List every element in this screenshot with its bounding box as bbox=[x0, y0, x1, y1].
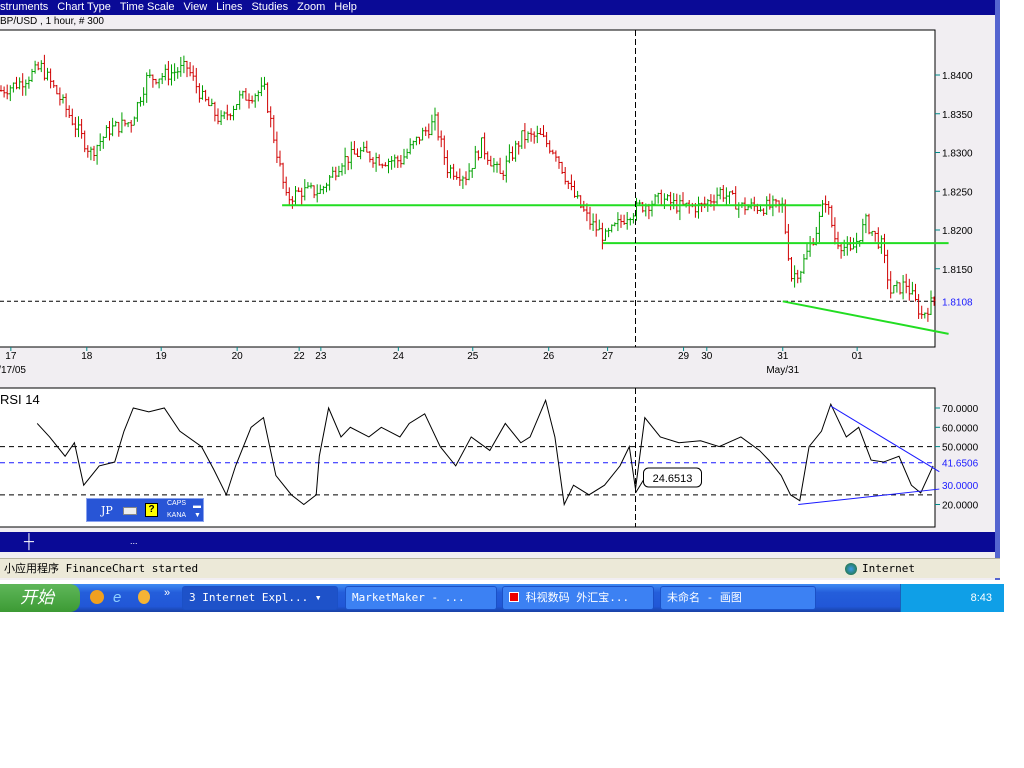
y-tick-label: 1.8150 bbox=[942, 265, 973, 276]
chart-canvas[interactable]: 1.8400 1.8350 1.8300 1.8250 1.8200 1.8150 1.81… bbox=[0, 0, 995, 532]
rsi-tick-label: 50.0000 bbox=[942, 443, 979, 454]
minimize-icon[interactable]: ▬ bbox=[193, 501, 201, 510]
x-tick-label: 26 bbox=[543, 351, 555, 362]
rsi-tick-label: 60.0000 bbox=[942, 423, 979, 434]
rsi-label: RSI 14 bbox=[0, 392, 40, 407]
y-tick-label: 1.8350 bbox=[942, 110, 973, 121]
taskbar: 开始 e » 3 Internet Expl... ▾ MarketMaker … bbox=[0, 584, 1004, 612]
chart-tool-bar: ┼ ... bbox=[0, 532, 995, 552]
caps-indicator: CAPS bbox=[167, 500, 187, 507]
rsi-highlight-label: 41.6506 bbox=[942, 459, 979, 470]
status-bar: 小应用程序 FinanceChart started Internet bbox=[0, 558, 1000, 578]
chevron-icon[interactable]: » bbox=[164, 587, 170, 599]
x-tick-label: 31 bbox=[777, 351, 789, 362]
rsi-highlight-label: 30.0000 bbox=[942, 481, 979, 492]
x-tick-label: 22 bbox=[294, 351, 306, 362]
y-tick-label: 1.8400 bbox=[942, 71, 973, 82]
start-button[interactable]: 开始 bbox=[0, 584, 80, 612]
x-tick-label: 17 bbox=[5, 351, 17, 362]
x-tick-label: 20 bbox=[232, 351, 244, 362]
bottom-bar-dots: ... bbox=[130, 536, 138, 546]
cursor-value-label: 24.6513 bbox=[653, 473, 693, 485]
current-price-label: 1.8108 bbox=[942, 297, 973, 308]
x-tick-label: 01 bbox=[852, 351, 864, 362]
y-tick-label: 1.8250 bbox=[942, 187, 973, 198]
kana-indicator: KANA bbox=[167, 512, 187, 519]
x-tick-label: 23 bbox=[315, 351, 327, 362]
crosshair-tool-icon[interactable]: ┼ bbox=[24, 533, 34, 549]
system-tray: 8:43 bbox=[900, 584, 1004, 612]
x-tick-label: 30 bbox=[701, 351, 713, 362]
status-text: 小应用程序 FinanceChart started bbox=[4, 562, 199, 575]
clock: 8:43 bbox=[970, 592, 992, 604]
app-icon bbox=[509, 592, 519, 602]
window-edge bbox=[995, 0, 1000, 580]
y-tick-label: 1.8200 bbox=[942, 226, 973, 237]
rsi-tick-label: 20.0000 bbox=[942, 501, 979, 512]
price-plot-area bbox=[0, 29, 936, 348]
ime-language[interactable]: JP bbox=[101, 504, 113, 517]
x-tick-label: 24 bbox=[393, 351, 405, 362]
quicklaunch-ie-icon[interactable]: e bbox=[113, 589, 121, 606]
ime-toolbar[interactable]: JP ? CAPS KANA ▬ ▼ bbox=[86, 498, 204, 522]
x-tick-label: 29 bbox=[678, 351, 690, 362]
task-paint[interactable]: 未命名 - 画图 bbox=[660, 586, 816, 610]
rsi-tick-label: 70.0000 bbox=[942, 404, 979, 415]
x-sublabel: 5/17/05 bbox=[0, 365, 26, 376]
y-tick-label: 1.8300 bbox=[942, 149, 973, 160]
quicklaunch-media-icon[interactable] bbox=[138, 590, 150, 604]
x-tick-label: 25 bbox=[467, 351, 479, 362]
x-tick-label: 18 bbox=[81, 351, 93, 362]
globe-icon bbox=[845, 563, 857, 575]
task-kangshi[interactable]: 科视数码 外汇宝... bbox=[502, 586, 654, 610]
x-sublabel: May/31 bbox=[766, 365, 799, 376]
x-tick-label: 27 bbox=[602, 351, 614, 362]
finance-chart-window: struments Chart Type Time Scale View Lin… bbox=[0, 0, 1000, 580]
task-marketmaker[interactable]: MarketMaker - ... bbox=[345, 586, 497, 610]
task-internet-explorer[interactable]: 3 Internet Expl... ▾ bbox=[182, 586, 338, 610]
help-icon[interactable]: ? bbox=[145, 503, 158, 517]
quicklaunch-browser-icon[interactable] bbox=[90, 590, 104, 604]
x-tick-label: 19 bbox=[156, 351, 168, 362]
zone-text: Internet bbox=[862, 562, 915, 575]
menu-arrow-icon[interactable]: ▼ bbox=[194, 512, 201, 519]
keyboard-icon[interactable] bbox=[123, 507, 137, 515]
